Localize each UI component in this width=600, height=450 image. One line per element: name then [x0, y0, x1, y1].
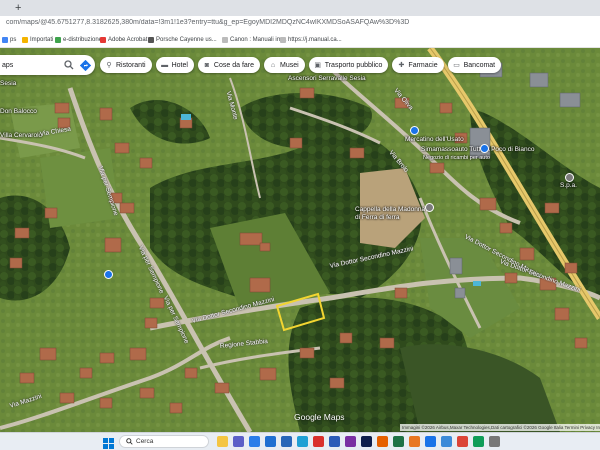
place-label-sesia[interactable]: Sesia: [0, 80, 16, 87]
church-pin-icon[interactable]: [425, 203, 434, 212]
place-pin-icon[interactable]: [565, 173, 574, 182]
teams-icon[interactable]: [233, 436, 244, 447]
settings-icon[interactable]: [489, 436, 500, 447]
mail-icon[interactable]: [265, 436, 276, 447]
photoshop-icon[interactable]: [361, 436, 372, 447]
bookmark-label: Canon : Manuali im...: [230, 37, 287, 43]
bookmarks-bar: ps Importati e-distribuzione Adobe Acrobat P…: [0, 34, 600, 48]
bookmark-label: e-distribuzione: [63, 37, 103, 43]
search-input[interactable]: aps: [2, 62, 63, 69]
taskbar-search[interactable]: Cerca: [119, 435, 209, 448]
bookmark-favicon-icon: [148, 37, 154, 43]
fork-knife-icon: ⚲: [106, 62, 112, 69]
tasks-icon[interactable]: [441, 436, 452, 447]
bookmark-item[interactable]: Porsche Cayenne us...: [148, 37, 217, 43]
bookmark-label: Importati: [30, 37, 54, 43]
category-chips: ⚲ Ristoranti ▬ Hotel ◙ Cose da fare ⌂ Musei …: [100, 57, 502, 73]
chip-ristoranti[interactable]: ⚲ Ristoranti: [100, 57, 152, 73]
file-explorer-icon[interactable]: [217, 436, 228, 447]
bookmark-item[interactable]: https://j.manual.ca...: [280, 37, 342, 43]
pharmacy-icon: ✚: [398, 62, 405, 69]
place-label-negozio[interactable]: Negozio di ricambi per auto: [423, 155, 490, 161]
excel-icon[interactable]: [393, 436, 404, 447]
photos-icon[interactable]: [249, 436, 260, 447]
place-label-ascensori[interactable]: Ascensori Serravalle Sesia: [288, 75, 366, 82]
bookmark-favicon-icon: [222, 37, 228, 43]
map-attribution[interactable]: Immagini ©2026 Airbus,Maxar Technologies…: [400, 424, 600, 431]
firefox-icon[interactable]: [377, 436, 388, 447]
tab-strip: +: [0, 0, 600, 16]
bookmark-favicon-icon: [280, 37, 286, 43]
atm-icon: ▭: [453, 62, 460, 69]
satellite-imagery[interactable]: [0, 48, 600, 432]
chip-musei[interactable]: ⌂ Musei: [264, 57, 305, 73]
shopping-pin-icon[interactable]: [480, 144, 489, 153]
bookmark-item[interactable]: Importati: [22, 37, 53, 43]
onenote-icon[interactable]: [345, 436, 356, 447]
camera-icon: ◙: [204, 61, 210, 69]
screen: + com/maps/@45.6751277,8.3182625,380m/da…: [0, 0, 600, 450]
acrobat-icon[interactable]: [313, 436, 324, 447]
chip-bancomat[interactable]: ▭ Bancomat: [447, 57, 502, 73]
place-label-mercatino[interactable]: Mercatino dell'Usato: [405, 136, 464, 143]
new-tab-button[interactable]: +: [15, 2, 21, 14]
chip-cose-da-fare[interactable]: ◙ Cose da fare: [197, 57, 261, 73]
chip-trasporto-pubblico[interactable]: ▣ Trasporto pubblico: [308, 57, 389, 73]
bookmark-favicon-icon: [100, 37, 106, 43]
chrome-2-icon[interactable]: [473, 436, 484, 447]
bookmark-label: Porsche Cayenne us...: [156, 37, 217, 43]
bookmark-favicon-icon: [2, 37, 8, 43]
shopping-pin-icon[interactable]: [410, 126, 419, 135]
place-label-tutto-a-poco[interactable]: Simamassoauto Tutto A Poco di Bianco: [421, 146, 534, 153]
place-label-spa[interactable]: S.p.a.: [560, 182, 577, 189]
place-label-cappella[interactable]: Cappella della Madonna di Ferra di ferra: [355, 206, 430, 222]
place-label-don-balocco[interactable]: Don Balocco: [0, 108, 37, 115]
place-pin-icon[interactable]: [104, 270, 113, 279]
google-maps-logo: Google Maps: [294, 412, 345, 422]
chrome-icon[interactable]: [457, 436, 468, 447]
search-icon[interactable]: [63, 59, 75, 71]
bed-icon: ▬: [161, 61, 169, 69]
bookmark-label: Adobe Acrobat: [108, 37, 148, 43]
bookmark-item[interactable]: Canon : Manuali im...: [222, 37, 287, 43]
bookmark-favicon-icon: [22, 37, 28, 43]
place-label-cervarolo[interactable]: Villa Cervarolo: [0, 132, 42, 139]
museum-icon: ⌂: [270, 61, 276, 69]
directions-icon[interactable]: [79, 59, 91, 71]
taskbar: Cerca: [0, 432, 600, 450]
map-search-box[interactable]: aps: [0, 55, 95, 75]
search-icon: [126, 438, 133, 445]
bookmark-item[interactable]: Adobe Acrobat: [100, 37, 147, 43]
vlc-icon[interactable]: [409, 436, 420, 447]
bus-icon: ▣: [314, 62, 322, 69]
chip-farmacie[interactable]: ✚ Farmacie: [392, 57, 444, 73]
app-blue-icon[interactable]: [425, 436, 436, 447]
taskbar-search-label: Cerca: [136, 438, 154, 445]
edge-icon[interactable]: [297, 436, 308, 447]
address-bar[interactable]: com/maps/@45.6751277,8.3182625,380m/data…: [0, 16, 600, 34]
word-icon[interactable]: [329, 436, 340, 447]
windows-start-icon[interactable]: [103, 436, 114, 449]
bookmark-label: ps: [10, 37, 17, 43]
bookmark-favicon-icon: [55, 37, 61, 43]
bookmark-item[interactable]: e-distribuzione: [55, 37, 102, 43]
bookmark-item[interactable]: ps: [2, 37, 16, 43]
store-icon[interactable]: [281, 436, 292, 447]
url-text[interactable]: com/maps/@45.6751277,8.3182625,380m/data…: [6, 19, 526, 26]
bookmark-label: https://j.manual.ca...: [288, 37, 342, 43]
map-satellite-view[interactable]: Ascensori Serravalle Sesia Mercatino del…: [0, 48, 600, 432]
chip-hotel[interactable]: ▬ Hotel: [155, 57, 194, 73]
